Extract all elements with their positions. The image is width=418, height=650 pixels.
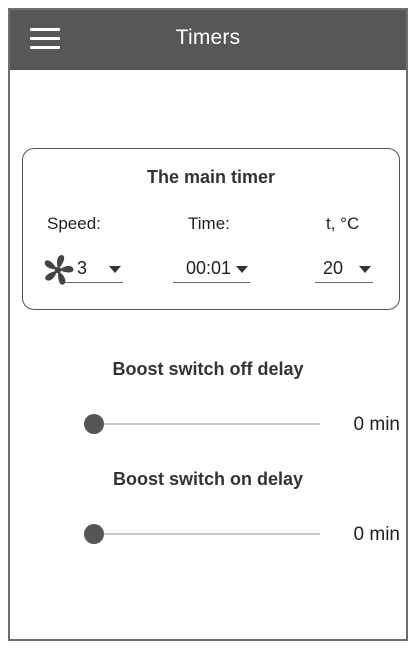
boost-off-value: 0 min <box>353 414 400 435</box>
temperature-value: 20 <box>323 258 344 278</box>
main-timer-card: The main timer Speed: Time: t, °C 3 00:0… <box>22 148 400 310</box>
slider-track <box>84 423 320 425</box>
speed-label: Speed: <box>47 214 101 233</box>
chevron-down-icon <box>359 266 371 273</box>
chevron-down-icon <box>236 266 248 273</box>
chevron-down-icon <box>109 266 121 273</box>
time-label: Time: <box>188 214 230 233</box>
boost-on-slider[interactable] <box>84 522 320 546</box>
boost-on-value: 0 min <box>353 524 400 545</box>
time-value: 00:01 <box>186 258 232 278</box>
main-timer-title: The main timer <box>146 167 276 187</box>
speed-value: 3 <box>77 258 88 278</box>
page-title: Timers <box>175 26 241 49</box>
speed-dropdown[interactable]: 3 <box>65 253 123 283</box>
temperature-dropdown[interactable]: 20 <box>315 253 373 283</box>
temperature-label: t, °C <box>326 214 360 233</box>
slider-track <box>84 533 320 535</box>
app-bar: Timers <box>10 10 406 70</box>
slider-thumb[interactable] <box>84 524 104 544</box>
time-dropdown[interactable]: 00:01 <box>173 253 250 283</box>
boost-off-title: Boost switch off delay <box>112 359 304 379</box>
app-frame: Timers The main timer Speed: Time: t, °C… <box>8 8 408 641</box>
boost-off-slider[interactable] <box>84 412 320 436</box>
boost-on-title: Boost switch on delay <box>112 469 304 489</box>
slider-thumb[interactable] <box>84 414 104 434</box>
